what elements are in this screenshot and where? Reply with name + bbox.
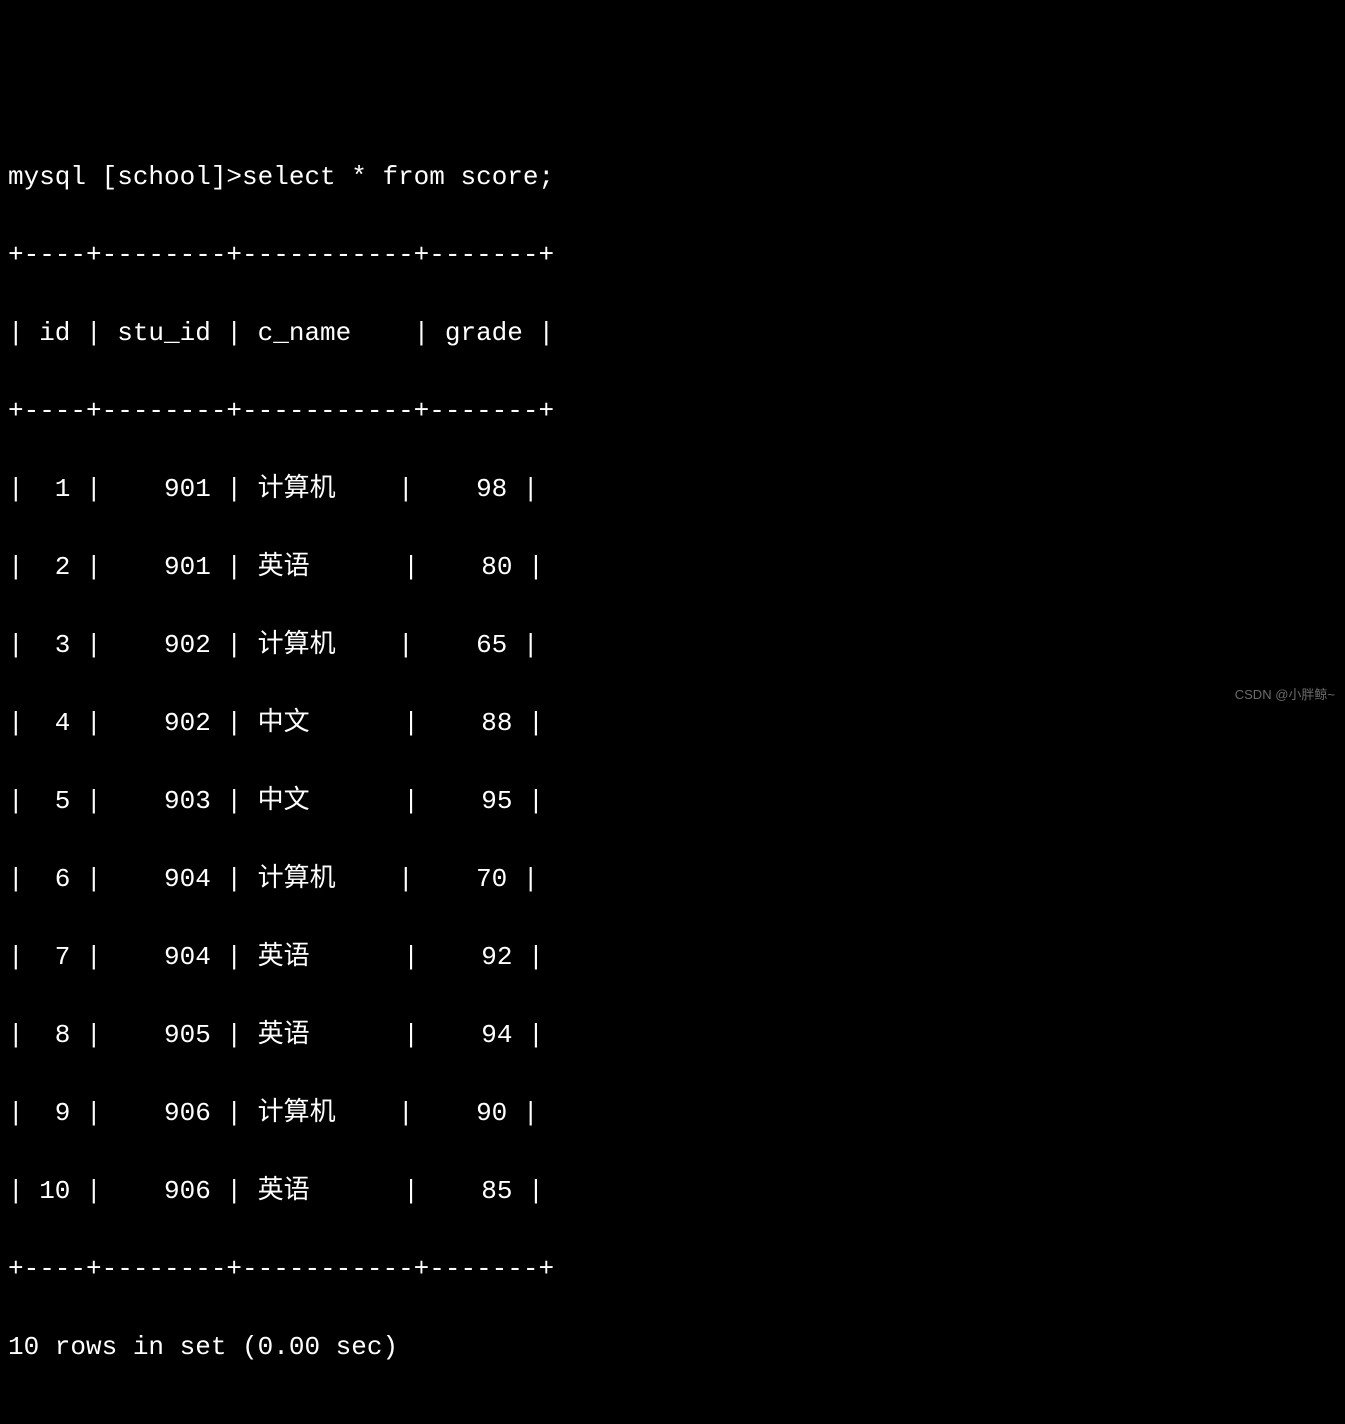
table-row: | 10 | 906 | 英语 | 85 |	[8, 1172, 1337, 1211]
sql-command: select * from score;	[242, 162, 554, 192]
result-summary: 10 rows in set (0.00 sec)	[8, 1328, 1337, 1367]
table-row: | 4 | 902 | 中文 | 88 |	[8, 704, 1337, 743]
table-row: | 5 | 903 | 中文 | 95 |	[8, 782, 1337, 821]
table-row: | 6 | 904 | 计算机 | 70 |	[8, 860, 1337, 899]
watermark-text: CSDN @小胖鲸~	[1235, 685, 1335, 705]
table-row: | 3 | 902 | 计算机 | 65 |	[8, 626, 1337, 665]
table-border-bottom: +----+--------+-----------+-------+	[8, 1250, 1337, 1289]
table-row: | 2 | 901 | 英语 | 80 |	[8, 548, 1337, 587]
prompt-prefix: mysql [school]>	[8, 162, 242, 192]
table-row: | 7 | 904 | 英语 | 92 |	[8, 938, 1337, 977]
table-row: | 9 | 906 | 计算机 | 90 |	[8, 1094, 1337, 1133]
table-row: | 8 | 905 | 英语 | 94 |	[8, 1016, 1337, 1055]
table-row: | 1 | 901 | 计算机 | 98 |	[8, 470, 1337, 509]
table-header-sep: +----+--------+-----------+-------+	[8, 392, 1337, 431]
table-border-top: +----+--------+-----------+-------+	[8, 236, 1337, 275]
command-line[interactable]: mysql [school]>select * from score;	[8, 158, 1337, 197]
table-header-row: | id | stu_id | c_name | grade |	[8, 314, 1337, 353]
